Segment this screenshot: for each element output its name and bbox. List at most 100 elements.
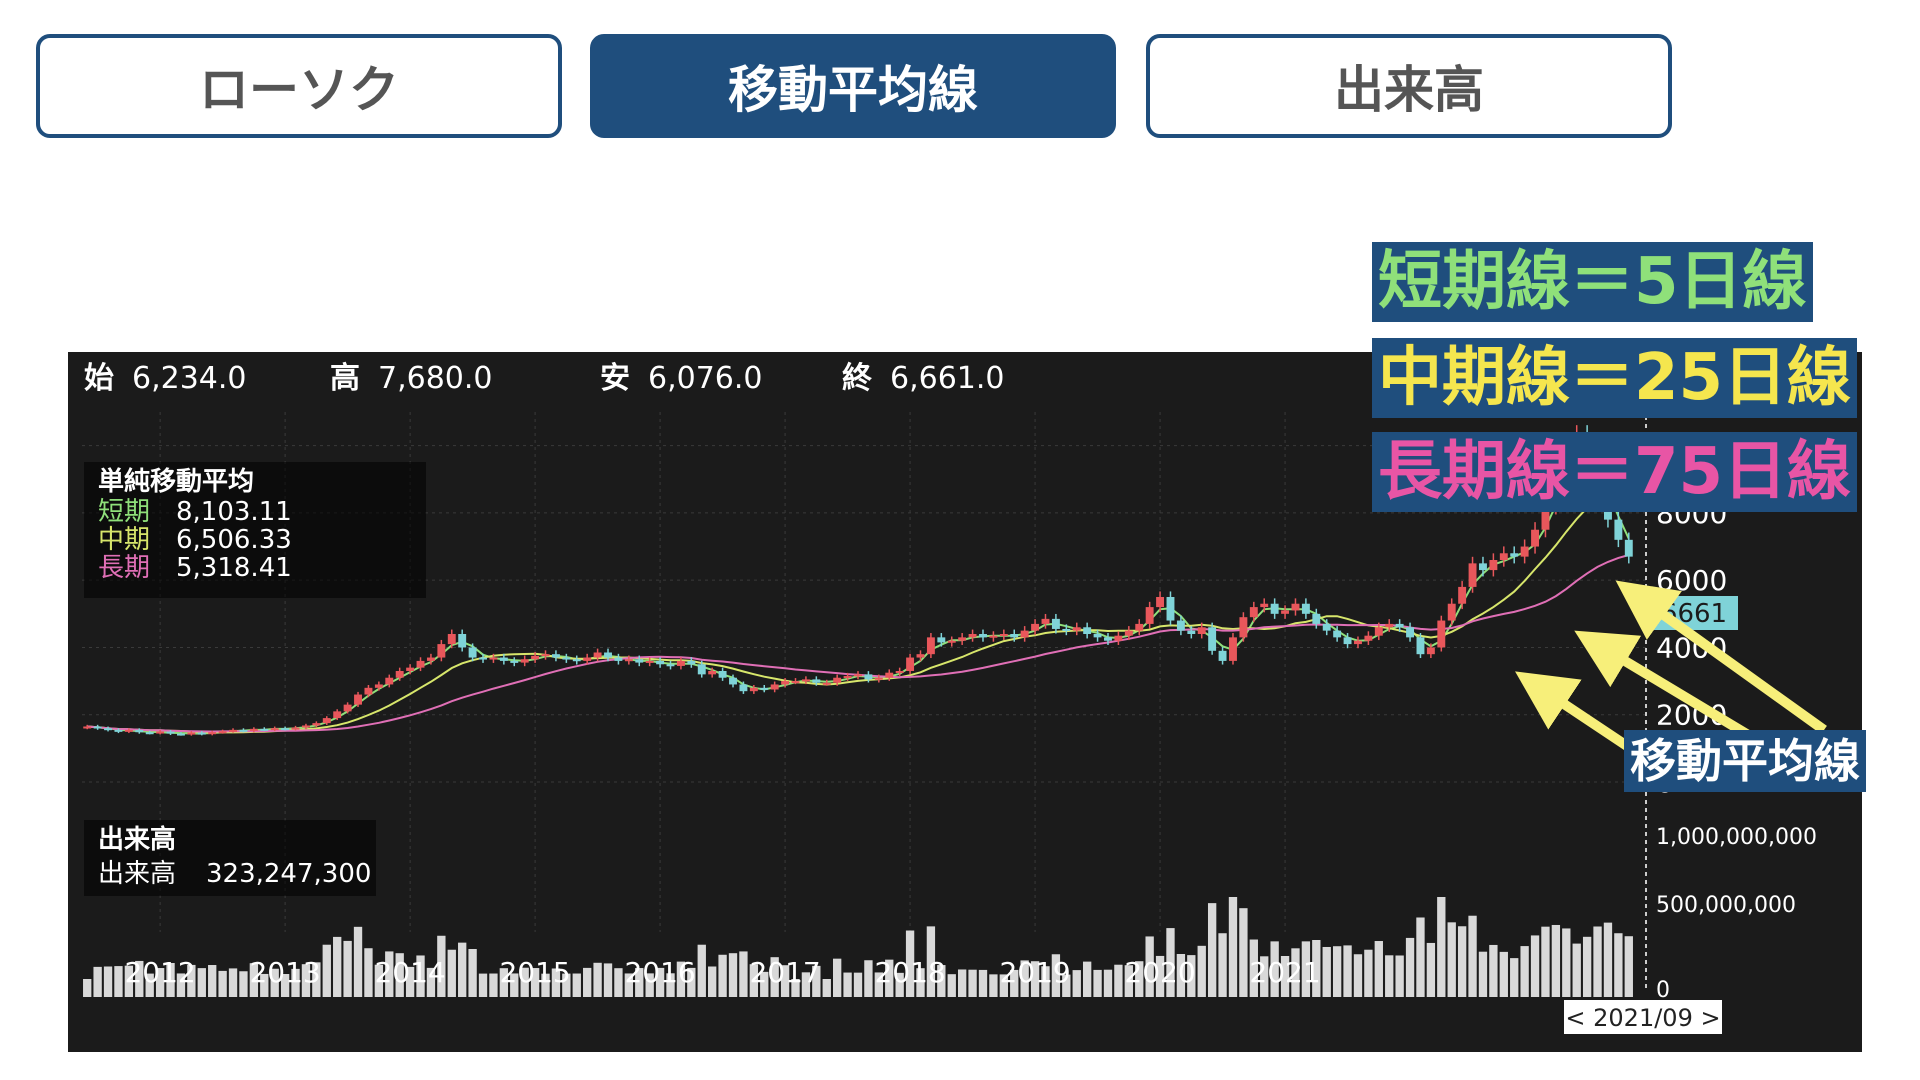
candle-body [1031, 623, 1040, 631]
candle-body [1333, 630, 1342, 638]
volume-bar [739, 951, 748, 997]
candle-body [1322, 623, 1331, 631]
volume-bar [239, 971, 248, 997]
tab-moving-average[interactable]: 移動平均線 [590, 34, 1116, 138]
candle-body [93, 726, 102, 729]
candle-body [791, 681, 800, 684]
candle-body [833, 677, 842, 683]
candle-body [1614, 519, 1623, 540]
candle-body [354, 694, 362, 705]
candle-body [104, 728, 112, 731]
volume-bar [1489, 944, 1498, 997]
tab-volume[interactable]: 出来高 [1146, 34, 1672, 138]
candle-body [926, 637, 935, 655]
candle-body [1447, 603, 1456, 621]
candle-body [1489, 560, 1498, 571]
candle-body [1374, 627, 1383, 636]
candle-body [562, 657, 571, 660]
candle-body [968, 634, 977, 638]
volume-bar [947, 974, 956, 997]
open-label: 始 [84, 361, 114, 396]
candle-body [447, 634, 456, 645]
year-tick-label: 2014 [374, 956, 445, 989]
volume-bar [843, 972, 852, 997]
volume-bar [1478, 951, 1488, 997]
volume-bar [728, 953, 738, 997]
candle-body [385, 677, 394, 685]
volume-bar [1603, 922, 1613, 997]
volume-tick-label: 500,000,000 [1656, 893, 1796, 918]
current-price-label: 6661 [1661, 599, 1727, 629]
volume-bar [989, 974, 998, 997]
volume-bar [583, 967, 592, 997]
candle-body [1229, 637, 1237, 661]
candle-body [718, 671, 727, 678]
candle-body [531, 655, 540, 660]
candle-body [635, 659, 644, 663]
candle-body [583, 657, 592, 661]
candle-body [249, 728, 258, 731]
candle-body [801, 679, 810, 682]
volume-bar [1072, 970, 1081, 997]
volume-bar [228, 968, 238, 997]
volume-tick-label: 1,000,000,000 [1656, 825, 1817, 850]
candle-body [301, 725, 310, 728]
volume-bar [1343, 945, 1352, 997]
candle-body [1531, 529, 1540, 547]
open-value: 6,234.0 [132, 361, 247, 396]
candle-body [1124, 630, 1133, 636]
volume-bar [1572, 943, 1581, 997]
candle-body [1197, 627, 1206, 634]
volume-bar [708, 966, 717, 997]
ohlc-readout: 始 6,234.0 高 7,680.0 安 6,076.0 終 6,661.0 [84, 361, 1005, 396]
candle-body [781, 681, 790, 685]
high-value: 7,680.0 [378, 361, 493, 396]
candle-body [124, 729, 133, 732]
candle-body [406, 667, 415, 671]
volume-bar [489, 973, 498, 997]
year-tick-label: 2012 [124, 956, 195, 989]
candle-body [1145, 607, 1154, 624]
candle-body [979, 634, 987, 638]
volume-bar [1416, 917, 1425, 997]
volume-bar [1218, 933, 1227, 997]
candle-body [1416, 637, 1425, 655]
volume-bar [322, 944, 331, 997]
volume-bar [197, 968, 206, 997]
year-tick-label: 2013 [249, 956, 320, 989]
volume-bar [1582, 936, 1592, 997]
candle-body [468, 647, 477, 658]
volume-bar [593, 962, 602, 997]
candle-body [479, 657, 487, 660]
candle-body [343, 704, 352, 712]
candle-body [1062, 628, 1071, 631]
candle-body [895, 671, 904, 673]
volume-bar [1353, 954, 1363, 997]
volume-bar [1624, 936, 1633, 997]
candle-body [322, 718, 331, 724]
volume-bar [83, 979, 92, 997]
candle-body [395, 671, 404, 678]
volume-bar [1374, 941, 1383, 997]
volume-bar [1593, 926, 1602, 997]
volume-bar [957, 969, 967, 997]
candle-body [1510, 553, 1519, 557]
candle-body [958, 637, 967, 641]
candle-body [1093, 634, 1102, 638]
year-tick-label: 2021 [1249, 956, 1320, 989]
candle-body [1406, 627, 1415, 638]
volume-bar [864, 960, 873, 997]
candle-body [1479, 563, 1487, 571]
volume-bar [1103, 969, 1113, 997]
candle-body [1624, 539, 1633, 557]
year-tick-label: 2016 [624, 956, 695, 989]
volume-bar [833, 958, 842, 997]
candle-body [239, 729, 248, 732]
candle-body [135, 729, 144, 733]
tab-candlestick[interactable]: ローソク [36, 34, 562, 138]
volume-bar [697, 944, 706, 997]
candle-body [676, 660, 685, 666]
candle-body [333, 711, 342, 719]
candle-body [1426, 647, 1435, 655]
volume-bar [718, 954, 727, 997]
